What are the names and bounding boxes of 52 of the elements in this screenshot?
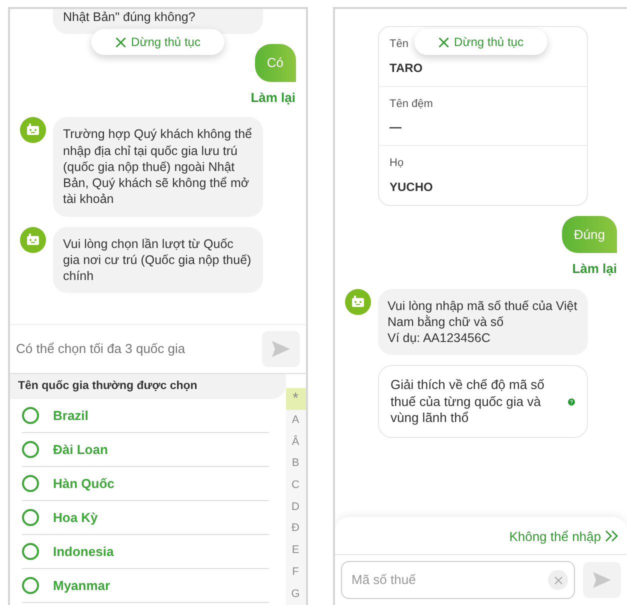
redo-link[interactable]: Làm lại xyxy=(250,88,296,108)
close-icon xyxy=(115,36,126,48)
send-icon xyxy=(270,340,290,358)
send-icon xyxy=(592,571,612,589)
field-value: YUCHO xyxy=(390,178,434,196)
stop-procedure-button[interactable]: Dừng thủ tục xyxy=(414,29,548,55)
radio-button[interactable] xyxy=(22,441,39,458)
country-option[interactable]: Đài Loan xyxy=(22,433,269,468)
field-value: TARO xyxy=(390,60,424,76)
chat-bubble: Vui lòng nhập mã số thuế của Việt Nam bằng chữ và số Ví dụ: AA123456C xyxy=(378,288,588,356)
country-option[interactable]: Brazil xyxy=(22,399,269,434)
close-icon xyxy=(438,36,450,48)
radio-button[interactable] xyxy=(22,543,39,560)
index-letter[interactable]: E xyxy=(286,540,306,562)
country-option[interactable]: Hàn Quốc xyxy=(22,467,269,502)
radio-button[interactable] xyxy=(22,509,39,526)
reply-bubble: Có xyxy=(254,44,296,82)
list-header: Tên quốc gia thường được chọn xyxy=(10,374,286,400)
radio-button[interactable] xyxy=(22,577,39,594)
country-option[interactable]: Myanmar xyxy=(22,569,269,604)
index-letter[interactable]: B xyxy=(286,453,306,475)
index-letter[interactable]: G xyxy=(286,583,306,605)
chat-bubble: Vui lòng chọn lần lượt từ Quốc gia nơi cư trú (Quốc gia nộp thuế) chính xyxy=(53,226,263,294)
index-letter[interactable]: C xyxy=(286,474,306,496)
redo-link[interactable]: Làm lại xyxy=(572,259,617,278)
tax-id-field[interactable]: Mã số thuế xyxy=(340,561,575,599)
index-letter[interactable]: A xyxy=(286,410,306,432)
close-icon xyxy=(554,576,562,584)
field-label: Tên đệm xyxy=(390,96,433,112)
field-label: Tên xyxy=(390,37,408,52)
bot-avatar-icon xyxy=(20,226,46,252)
bot-avatar-icon xyxy=(344,288,370,314)
skip-link[interactable]: Không thể nhập xyxy=(509,526,601,546)
bot-avatar-icon xyxy=(20,117,46,144)
clear-button[interactable] xyxy=(548,570,568,590)
field-value: — xyxy=(390,119,402,136)
radio-button[interactable] xyxy=(22,407,39,424)
stop-procedure-button[interactable]: Dừng thủ tục xyxy=(91,29,224,55)
index-letter[interactable]: * xyxy=(286,388,306,410)
field-label: Họ xyxy=(390,156,404,171)
double-chevron-icon xyxy=(605,530,619,542)
chat-bubble: Trường hợp Quý khách không thể nhập địa chỉ tại quốc gia lưu trú (quốc gia nộp thuế) ngoài Nhật Bản, Quý khách sẽ không thể mở tài khoản xyxy=(53,117,263,216)
country-option[interactable]: Indonesia xyxy=(22,535,269,570)
help-text: Giải thích về chế độ mã số thuế của từng quốc gia và vùng lãnh thổ xyxy=(390,377,546,426)
help-card[interactable]: Giải thích về chế độ mã số thuế của từng quốc gia và vùng lãnh thổ xyxy=(378,365,588,438)
country-option[interactable]: Hoa Kỳ xyxy=(22,501,269,536)
index-letter[interactable]: D xyxy=(286,496,306,518)
reply-bubble: Đúng xyxy=(562,216,617,253)
radio-button[interactable] xyxy=(22,475,39,492)
index-letter[interactable]: Đ xyxy=(286,518,306,540)
index-letter[interactable]: Â xyxy=(286,431,306,454)
index-letter[interactable]: F xyxy=(286,562,306,584)
